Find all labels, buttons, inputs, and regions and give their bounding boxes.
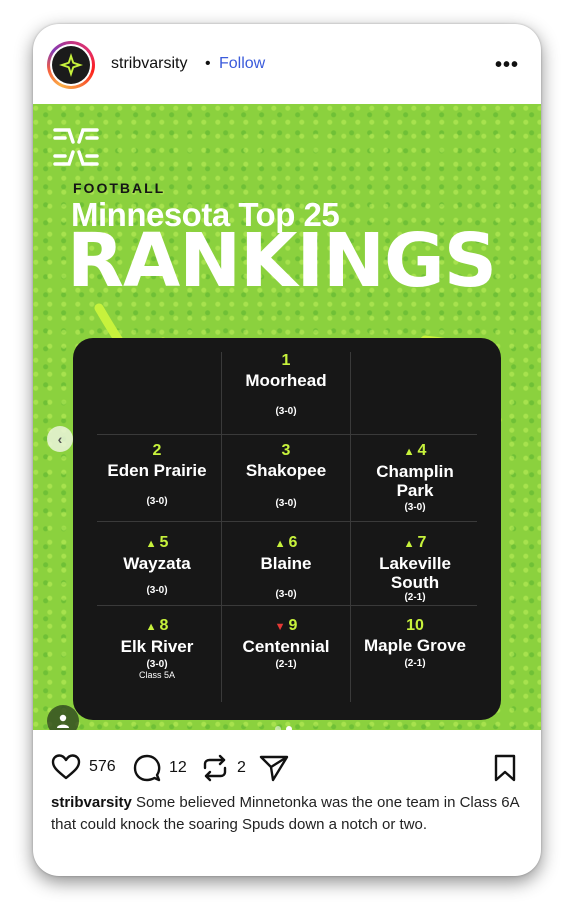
rank-number: 7 [417, 534, 427, 551]
team-name: Eden Prairie [107, 461, 207, 480]
team-record: (3-0) [275, 406, 297, 417]
team-name: Moorhead [245, 371, 327, 390]
team-record: (3-0) [146, 585, 168, 596]
class-note: Class 5A [138, 670, 175, 680]
ranking-cell-2: 2 Eden Prairie (3-0) [93, 442, 221, 507]
repost-button[interactable]: 2 [201, 754, 246, 782]
rank-number: 9 [288, 617, 298, 634]
ranking-cell-1: 1 Moorhead (3-0) [222, 352, 350, 417]
post-image: FOOTBALL Minnesota Top 25 RANKINGS 1 Moo… [33, 104, 541, 730]
ranking-cell-3: 3 Shakopee (3-0) [222, 442, 350, 509]
title-rankings: RANKINGS [67, 218, 497, 304]
post-caption: stribvarsity Some believed Minnetonka wa… [51, 792, 531, 836]
team-record: (3-0) [146, 659, 168, 670]
ranking-cell-6: ▲ 6 Blaine (3-0) [222, 534, 350, 600]
team-name: Wayzata [123, 554, 191, 573]
trend-up-icon: ▲ [145, 538, 157, 550]
user-tag-icon [57, 714, 69, 728]
team-record: (2-1) [404, 592, 426, 603]
ranking-cell-8: ▲ 8 Elk River (3-0) Class 5A [93, 617, 221, 680]
team-name: Shakopee [245, 461, 327, 480]
repost-icon [203, 754, 227, 782]
bookmark-button[interactable] [493, 754, 517, 787]
ranking-cell-5: ▲ 5 Wayzata (3-0) [93, 534, 221, 596]
comment-icon [133, 754, 161, 782]
repost-count: 2 [237, 759, 246, 776]
avatar[interactable] [47, 41, 95, 89]
team-name: Lakeville South [379, 554, 451, 592]
ranking-cell-10: 10 Maple Grove (2-1) [351, 617, 479, 669]
user-tag-button[interactable] [47, 705, 79, 730]
team-name: Centennial [242, 637, 330, 656]
trend-up-icon: ▲ [403, 446, 415, 458]
section-label: FOOTBALL [73, 180, 166, 196]
rank-number: 3 [281, 442, 291, 459]
heart-icon [51, 754, 81, 780]
rank-number: 10 [406, 617, 424, 634]
team-name: Blaine [260, 554, 312, 573]
username-link[interactable]: stribvarsity [111, 55, 187, 73]
rank-number: 1 [281, 352, 291, 369]
chevron-left-icon: ‹ [57, 431, 63, 447]
trend-up-icon: ▲ [274, 538, 286, 550]
post-card: stribvarsity • Follow ••• FOOTBALL Minne… [33, 24, 541, 876]
caption-username[interactable]: stribvarsity [51, 794, 132, 811]
rankings-board: 1 Moorhead (3-0) 2 Eden Prairie (3-0) 3 … [73, 338, 501, 720]
trend-up-icon: ▲ [145, 621, 157, 633]
rank-number: 4 [417, 442, 427, 459]
team-record: (2-1) [404, 658, 426, 669]
ranking-cell-7: ▲ 7 Lakeville South (2-1) [351, 534, 479, 603]
team-record: (3-0) [275, 498, 297, 509]
comment-count: 12 [169, 759, 187, 776]
team-record: (3-0) [146, 496, 168, 507]
brand-logo-icon [53, 128, 99, 166]
separator-dot: • [205, 55, 211, 72]
ranking-cell-9: ▼ 9 Centennial (2-1) [222, 617, 350, 670]
carousel-prev-button[interactable]: ‹ [47, 426, 73, 452]
team-record: (3-0) [404, 502, 426, 513]
rank-number: 8 [159, 617, 169, 634]
like-count: 576 [89, 758, 116, 775]
trend-up-icon: ▲ [403, 538, 415, 550]
rank-number: 6 [288, 534, 298, 551]
rank-number: 2 [152, 442, 162, 459]
comment-button[interactable]: 12 [133, 754, 187, 782]
team-record: (2-1) [275, 659, 297, 670]
follow-button[interactable]: Follow [219, 55, 265, 73]
share-button[interactable] [259, 754, 289, 782]
team-record: (3-0) [275, 589, 297, 600]
team-name: Elk River [120, 637, 194, 656]
share-icon [259, 755, 289, 782]
post-header: stribvarsity • Follow ••• [33, 24, 541, 104]
trend-down-icon: ▼ [274, 621, 286, 633]
team-name: Maple Grove [363, 636, 467, 655]
team-name: Champlin Park [376, 462, 454, 500]
more-icon[interactable]: ••• [495, 54, 519, 77]
ranking-cell-4: ▲ 4 Champlin Park (3-0) [351, 442, 479, 513]
like-button[interactable]: 576 [51, 754, 116, 780]
rank-number: 5 [159, 534, 169, 551]
strib-varsity-logo [59, 53, 83, 77]
bookmark-icon [494, 754, 516, 782]
